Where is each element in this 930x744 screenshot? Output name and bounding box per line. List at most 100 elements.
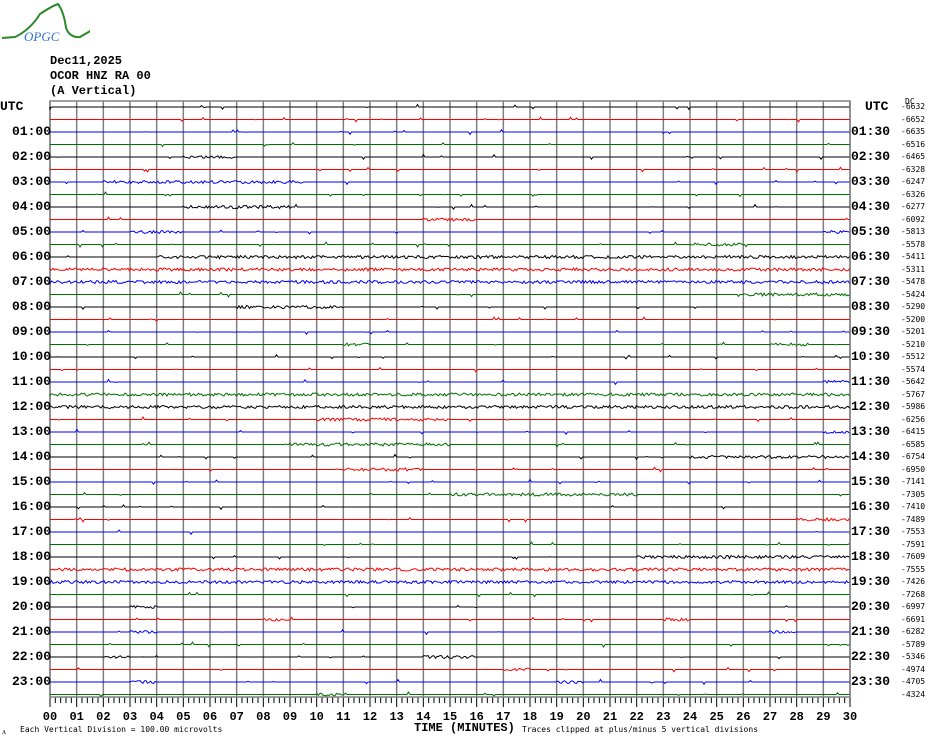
x-tick-label: 13: [389, 710, 403, 724]
dc-offset-label: -4705: [901, 677, 926, 686]
left-hour-label: 06:00: [12, 249, 52, 264]
dc-offset-label: -5424: [901, 289, 926, 299]
right-hour-label: 02:30: [851, 149, 891, 164]
left-hour-label: 13:00: [12, 424, 52, 439]
x-tick-label: 30: [843, 710, 857, 724]
x-tick-label: 27: [763, 710, 777, 724]
right-axis-title: UTC: [865, 99, 889, 114]
dc-offset-label: -5512: [901, 352, 926, 361]
x-tick-label: 09: [283, 710, 297, 724]
dc-offset-label: -5813: [901, 227, 926, 236]
right-hour-label: 14:30: [851, 449, 891, 464]
left-hour-label: 01:00: [12, 124, 52, 139]
left-hour-label: 15:00: [12, 474, 52, 489]
dc-offset-label: -5311: [901, 264, 926, 274]
left-hour-label: 17:00: [12, 524, 52, 539]
right-hour-label: 11:30: [851, 374, 891, 389]
left-axis-title: UTC: [0, 99, 24, 114]
x-tick-label: 26: [736, 710, 750, 724]
left-hour-label: 11:00: [12, 374, 52, 389]
dc-offset-label: -5767: [901, 389, 926, 399]
right-hour-label: 17:30: [851, 524, 891, 539]
dc-offset-label: -5789: [901, 639, 926, 649]
right-hour-label: 16:30: [851, 499, 891, 514]
right-hour-label: 04:30: [851, 199, 891, 214]
right-hour-label: 23:30: [851, 674, 891, 689]
dc-offset-label: -6256: [901, 414, 926, 424]
dc-offset-label: -6247: [901, 177, 926, 186]
dc-offset-label: -6465: [901, 152, 926, 161]
dc-offset-label: -6632: [901, 102, 926, 111]
dc-offset-label: -6652: [901, 114, 926, 124]
left-hour-label: 08:00: [12, 299, 52, 314]
dc-offset-label: -6326: [901, 189, 926, 199]
dc-offset-label: -5290: [901, 302, 926, 311]
x-tick-label: 07: [229, 710, 243, 724]
right-hour-label: 07:30: [851, 274, 891, 289]
x-tick-label: 00: [43, 710, 57, 724]
dc-offset-label: -6516: [901, 139, 926, 149]
left-hour-label: 03:00: [12, 174, 52, 189]
left-hour-label: 18:00: [12, 549, 52, 564]
dc-offset-label: -7268: [901, 589, 926, 599]
dc-offset-label: -6277: [901, 202, 926, 211]
dc-offset-label: -6328: [901, 164, 926, 174]
x-tick-label: 10: [309, 710, 323, 724]
left-hour-label: 14:00: [12, 449, 52, 464]
x-tick-label: 06: [203, 710, 217, 724]
right-hour-label: 06:30: [851, 249, 891, 264]
x-tick-label: 20: [576, 710, 590, 724]
dc-offset-label: -7410: [901, 502, 926, 511]
dc-offset-label: -6092: [901, 214, 926, 224]
dc-offset-label: -7305: [901, 489, 926, 499]
clip-note: Traces clipped at plus/minus 5 vertical …: [522, 725, 759, 734]
right-hour-label: 15:30: [851, 474, 891, 489]
dc-offset-label: -5478: [901, 277, 926, 286]
dc-offset-label: -5986: [901, 402, 926, 411]
x-tick-label: 23: [656, 710, 670, 724]
dc-offset-label: -5411: [901, 252, 926, 261]
dc-offset-label: -7553: [901, 527, 926, 536]
left-hour-label: 16:00: [12, 499, 52, 514]
dc-offset-label: -6585: [901, 439, 926, 449]
x-tick-label: 12: [363, 710, 377, 724]
x-tick-label: 03: [123, 710, 137, 724]
corner-mark: ᴧ: [2, 727, 6, 736]
right-hour-label: 19:30: [851, 574, 891, 589]
left-hour-label: 09:00: [12, 324, 52, 339]
left-hour-label: 20:00: [12, 599, 52, 614]
left-hour-label: 23:00: [12, 674, 52, 689]
right-hour-label: 05:30: [851, 224, 891, 239]
x-tick-label: 25: [709, 710, 723, 724]
dc-offset-label: -4324: [901, 689, 926, 699]
x-tick-label: 11: [336, 710, 350, 724]
helicorder-plot: 00 01 02 03 04 05 06 07 08 09 10 11 12 13 14 15 16 17 18 19…: [43, 100, 857, 724]
right-hour-label: 13:30: [851, 424, 891, 439]
right-hour-label: 09:30: [851, 324, 891, 339]
x-tick-label: 22: [629, 710, 643, 724]
x-tick-label: 18: [523, 710, 537, 724]
left-hour-label: 12:00: [12, 399, 52, 414]
dc-offset-label: -5574: [901, 364, 926, 374]
dc-offset-label: -5201: [901, 327, 926, 336]
right-hour-label: 21:30: [851, 624, 891, 639]
dc-offset-label: -6282: [901, 627, 926, 636]
x-axis-title: TIME (MINUTES): [414, 721, 515, 735]
x-tick-label: 04: [149, 710, 163, 724]
x-tick-label: 05: [176, 710, 190, 724]
right-hour-label: 08:30: [851, 299, 891, 314]
x-tick-label: 24: [683, 710, 697, 724]
dc-offset-label: -7591: [901, 539, 926, 549]
left-hour-label: 10:00: [12, 349, 52, 364]
dc-offset-label: -7141: [901, 477, 926, 486]
right-hour-label: 10:30: [851, 349, 891, 364]
dc-offset-label: -4974: [901, 664, 926, 674]
right-hour-label: 22:30: [851, 649, 891, 664]
right-hour-label: 18:30: [851, 549, 891, 564]
x-tick-label: 28: [789, 710, 803, 724]
right-hour-label: 03:30: [851, 174, 891, 189]
right-hour-label: 12:30: [851, 399, 891, 414]
left-hour-label: 02:00: [12, 149, 52, 164]
dc-offset-label: -5346: [901, 652, 926, 661]
dc-offset-label: -5210: [901, 339, 926, 349]
